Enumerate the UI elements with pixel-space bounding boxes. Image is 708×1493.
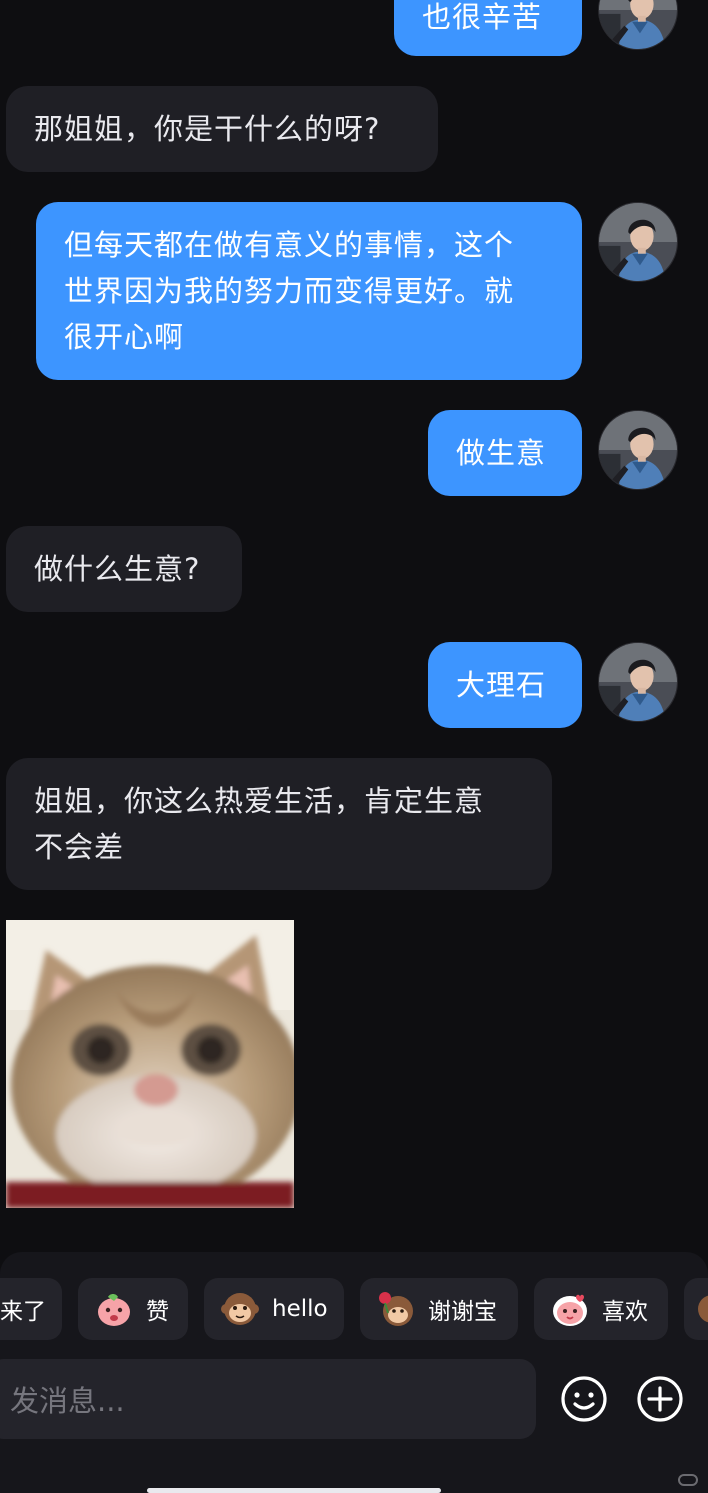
message-bubble-incoming[interactable]: 做什么生意? <box>6 526 242 612</box>
message-bubble-outgoing[interactable]: 大理石 <box>428 642 582 728</box>
monkey-sticker-icon <box>220 1289 260 1329</box>
quick-reply-chip[interactable]: 谢谢宝 <box>360 1278 518 1340</box>
message-bubble-outgoing[interactable]: 做生意 <box>428 410 582 496</box>
quick-reply-chip[interactable]: 喜欢 <box>534 1278 668 1340</box>
pink-blob-sticker-icon <box>94 1289 134 1329</box>
message-input[interactable]: 发消息... <box>0 1359 536 1439</box>
quick-reply-chip[interactable]: hello <box>204 1278 344 1340</box>
avatar[interactable] <box>598 410 678 490</box>
message-bubble-outgoing[interactable]: 但每天都在做有意义的事情，这个 世界因为我的努力而变得更好。就 很开心啊 <box>36 202 582 380</box>
quick-reply-label: hello <box>272 1296 328 1322</box>
avatar[interactable] <box>598 642 678 722</box>
monkey-rose-sticker-icon <box>376 1289 416 1329</box>
quick-reply-chip[interactable] <box>684 1278 708 1340</box>
quick-reply-label: 谢谢宝 <box>428 1299 497 1325</box>
avatar[interactable] <box>598 0 678 50</box>
quick-reply-label: 来了 <box>0 1299 46 1325</box>
smiley-icon[interactable] <box>559 1374 609 1424</box>
bottom-panel: 来了 赞 hello 谢谢宝 喜欢 发消息... <box>0 1252 708 1493</box>
message-input-placeholder: 发消息... <box>10 1384 125 1418</box>
message-bubble-incoming[interactable]: 那姐姐，你是干什么的呀? <box>6 86 438 172</box>
quick-reply-chip[interactable]: 赞 <box>78 1278 188 1340</box>
pink-blob-heart-sticker-icon <box>550 1289 590 1329</box>
message-bubble-incoming[interactable]: 姐姐，你这么热爱生活，肯定生意 不会差 <box>6 758 552 890</box>
cat-photo[interactable] <box>6 920 294 1208</box>
message-bubble-outgoing[interactable]: 也很辛苦 <box>394 0 582 56</box>
home-indicator <box>147 1488 441 1493</box>
quick-reply-chip[interactable]: 来了 <box>0 1278 62 1340</box>
plus-circle-icon[interactable] <box>635 1374 685 1424</box>
avatar[interactable] <box>598 202 678 282</box>
quick-reply-label: 喜欢 <box>602 1299 648 1325</box>
watermark-icon <box>678 1474 698 1486</box>
quick-reply-label: 赞 <box>146 1299 169 1325</box>
monkey-sticker-icon <box>692 1289 708 1329</box>
